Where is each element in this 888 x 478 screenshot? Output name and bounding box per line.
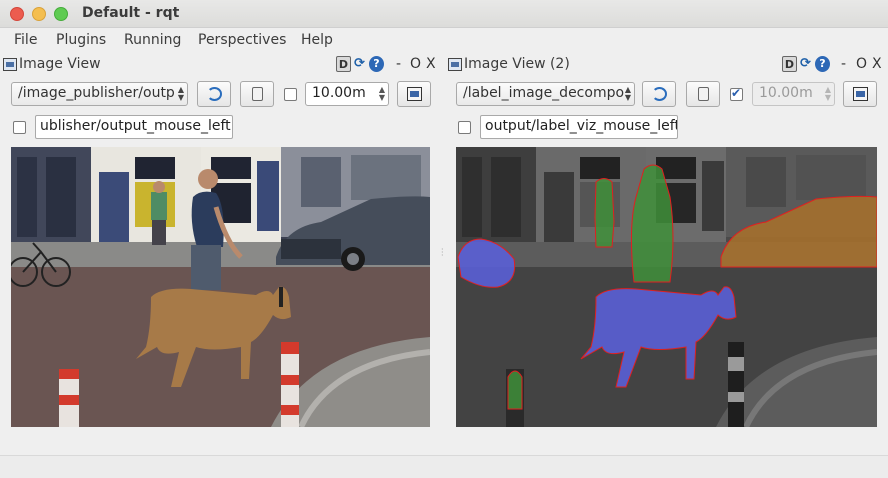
label-visualization-photo [456, 147, 877, 427]
status-bar [0, 455, 888, 478]
save-image-button[interactable] [843, 81, 877, 107]
window-titlebar: Default - rqt [0, 0, 888, 28]
reload-icon[interactable]: ⟳ [798, 56, 813, 72]
zoom-icon [698, 87, 709, 101]
dock-minimize-button[interactable]: - [396, 56, 401, 72]
help-icon[interactable]: ? [815, 56, 830, 72]
zoom-button[interactable] [686, 81, 720, 107]
save-image-icon [853, 87, 868, 101]
dock-close-button[interactable]: X [872, 56, 882, 72]
zoom-icon [252, 87, 263, 101]
save-image-button[interactable] [397, 81, 431, 107]
image-display[interactable] [456, 147, 877, 427]
dock-float-button[interactable]: O [410, 56, 421, 72]
refresh-topics-button[interactable] [197, 81, 231, 107]
minimize-window-button[interactable] [32, 7, 46, 21]
mouse-topic-field[interactable]: output/label_viz_mouse_left [480, 115, 678, 139]
close-window-button[interactable] [10, 7, 24, 21]
refresh-topics-button[interactable] [642, 81, 676, 107]
dock-title: Image View (2) [464, 56, 570, 72]
d-button[interactable]: D [336, 56, 351, 72]
menu-help[interactable]: Help [301, 32, 333, 48]
dock-minimize-button[interactable]: - [841, 56, 846, 72]
menu-plugins[interactable]: Plugins [56, 32, 106, 48]
spin-arrows-icon: ▲ ▼ [824, 85, 831, 102]
rate-spinbox: 10.00m ▲ ▼ [752, 82, 835, 106]
smooth-scaling-checkbox[interactable] [730, 86, 743, 101]
street-photo [11, 147, 430, 427]
maximize-window-button[interactable] [54, 7, 68, 21]
topic-combobox[interactable]: /image_publisher/outp ▲ ▼ [11, 82, 188, 106]
image-view-2-panel: Image View (2) D ⟳ ? - O X /label_image_… [445, 52, 888, 432]
rate-spinbox[interactable]: 10.00m ▲ ▼ [305, 82, 389, 106]
smooth-scaling-checkbox[interactable] [284, 88, 297, 101]
save-image-icon [407, 87, 422, 101]
image-view-icon [3, 58, 17, 71]
dock-title-bar[interactable]: Image View D ⟳ ? - O X [0, 54, 444, 76]
combo-arrows-icon: ▲ ▼ [177, 85, 184, 102]
spin-arrows-icon: ▲ ▼ [378, 85, 385, 102]
help-icon[interactable]: ? [369, 56, 384, 72]
image-display[interactable] [11, 147, 430, 427]
reload-icon[interactable]: ⟳ [352, 56, 367, 72]
window-title: Default - rqt [82, 5, 180, 21]
topic-combobox[interactable]: /label_image_decompo ▲ ▼ [456, 82, 635, 106]
combo-arrows-icon: ▲ ▼ [624, 85, 631, 102]
dock-float-button[interactable]: O [856, 56, 867, 72]
d-button[interactable]: D [782, 56, 797, 72]
publish-mouse-checkbox[interactable] [13, 121, 26, 134]
dock-close-button[interactable]: X [426, 56, 436, 72]
refresh-icon [207, 87, 222, 101]
menu-perspectives[interactable]: Perspectives [198, 32, 286, 48]
mouse-topic-field[interactable]: ublisher/output_mouse_left [35, 115, 233, 139]
image-view-icon [448, 58, 462, 71]
image-view-panel: Image View D ⟳ ? - O X /image_publisher/… [0, 52, 444, 432]
zoom-button[interactable] [240, 81, 274, 107]
menubar: File Plugins Running Perspectives Help [0, 28, 888, 52]
menu-file[interactable]: File [14, 32, 37, 48]
publish-mouse-checkbox[interactable] [458, 121, 471, 134]
dock-title: Image View [19, 56, 101, 72]
menu-running[interactable]: Running [124, 32, 181, 48]
refresh-icon [652, 87, 667, 101]
dock-title-bar[interactable]: Image View (2) D ⟳ ? - O X [445, 54, 888, 76]
